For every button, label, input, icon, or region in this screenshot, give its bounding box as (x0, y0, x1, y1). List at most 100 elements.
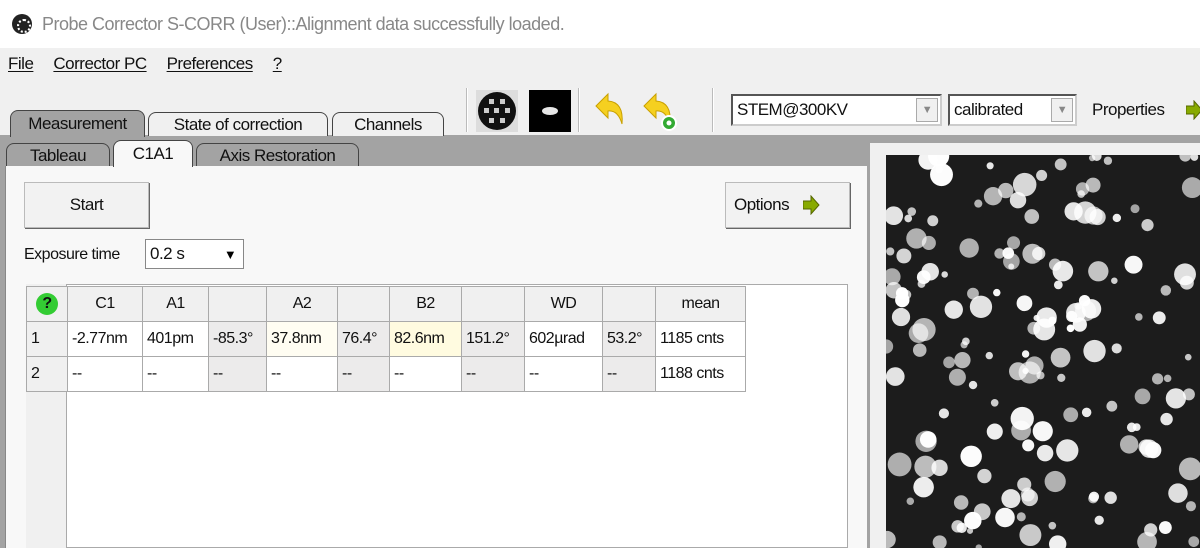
particle (1021, 350, 1030, 358)
exposure-select[interactable]: 0.2 s ▼ (145, 239, 244, 269)
particle (1111, 343, 1122, 354)
col-header: A2 (266, 286, 338, 322)
tab-label: Channels (354, 114, 422, 134)
cell-a1: 401pm (142, 321, 209, 357)
particle (975, 544, 982, 548)
particle (1190, 155, 1199, 161)
particle (1181, 177, 1200, 199)
cell-b2-angle: 151.2° (461, 321, 525, 357)
properties-label[interactable]: Properties (1092, 100, 1165, 120)
menu-help[interactable]: ? (273, 54, 282, 74)
particle (1027, 321, 1041, 335)
col-header (208, 286, 267, 322)
table-row[interactable]: 1 -2.77nm 401pm -85.3° 37.8nm 76.4° 82.6… (26, 321, 746, 357)
particle (1134, 388, 1151, 405)
menu-preferences[interactable]: Preferences (167, 54, 254, 74)
tab-c1a1[interactable]: C1A1 (113, 140, 193, 167)
cell-c1: -- (67, 356, 143, 392)
col-header (602, 286, 656, 322)
particle (1184, 353, 1192, 361)
particle (1094, 515, 1104, 525)
undo-icon[interactable] (588, 90, 630, 132)
particle (994, 248, 1005, 259)
particle (1032, 421, 1053, 442)
particle (941, 271, 948, 278)
particle (886, 206, 904, 226)
table-row[interactable]: 2 -- -- -- -- -- -- -- -- -- 1188 cnts (26, 356, 746, 392)
particle (983, 186, 1003, 206)
particle (1022, 243, 1043, 264)
particle (986, 423, 1003, 440)
particle (1139, 439, 1159, 458)
cell-wd: 602µrad (524, 321, 603, 357)
arrow-right-icon[interactable] (1186, 100, 1200, 120)
particle (1103, 156, 1113, 165)
particle (932, 535, 947, 548)
cell-b2: -- (389, 356, 462, 392)
cell-a2: 37.8nm (266, 321, 338, 357)
particle (913, 476, 934, 498)
tab-tableau[interactable]: Tableau (6, 143, 110, 167)
tab-label: State of correction (173, 114, 303, 134)
particle (1050, 347, 1071, 368)
particle (943, 356, 955, 369)
tab-measurement[interactable]: Measurement (10, 110, 145, 137)
cell-b2-angle: -- (461, 356, 525, 392)
particle (1024, 209, 1040, 224)
undo-add-icon[interactable] (638, 90, 680, 132)
chevron-down-icon[interactable]: ▼ (219, 242, 241, 266)
chevron-down-icon[interactable]: ▼ (1051, 98, 1073, 122)
particle (919, 431, 937, 448)
particle (1001, 489, 1021, 509)
particle (1057, 373, 1066, 382)
ronchigram-icon[interactable] (476, 90, 518, 132)
options-button[interactable]: Options (725, 182, 850, 228)
particle (1141, 219, 1154, 232)
particle (1104, 491, 1117, 504)
particle (935, 165, 943, 174)
cell-c1: -2.77nm (67, 321, 143, 357)
particle (887, 452, 912, 477)
particle (1083, 339, 1106, 363)
window-title: Probe Corrector S-CORR (User)::Alignment… (42, 13, 565, 34)
start-button[interactable]: Start (24, 182, 149, 228)
chevron-down-icon[interactable]: ▼ (916, 98, 938, 122)
particle (1165, 388, 1186, 409)
stem-image[interactable] (886, 155, 1200, 548)
menu-corrector-pc[interactable]: Corrector PC (53, 54, 147, 74)
particle (1054, 158, 1067, 171)
menu-file[interactable]: File (8, 54, 34, 74)
particle (985, 351, 993, 360)
image-frame (870, 143, 1200, 548)
particle (886, 530, 896, 548)
probe-image-icon[interactable] (529, 90, 571, 132)
particle (1022, 439, 1035, 452)
particle (1052, 260, 1074, 282)
particle (960, 445, 982, 468)
app-icon (12, 14, 32, 34)
particle (896, 248, 912, 264)
particle (886, 282, 903, 299)
tab-axis-restoration[interactable]: Axis Restoration (196, 143, 359, 167)
cell-a2-angle: 76.4° (337, 321, 390, 357)
help-icon[interactable]: ? (26, 286, 68, 322)
calibration-select[interactable]: calibrated ▼ (948, 94, 1077, 126)
separator (466, 88, 468, 132)
tab-channels[interactable]: Channels (332, 112, 444, 136)
particle (1111, 277, 1118, 284)
particle (1135, 313, 1143, 321)
particle (1160, 412, 1173, 426)
cell-wd-angle: -- (602, 356, 656, 392)
col-header: WD (524, 286, 603, 322)
cell-b2: 82.6nm (389, 321, 462, 357)
particle (1016, 295, 1033, 312)
particle (1158, 521, 1172, 534)
particle (959, 238, 979, 258)
cell-a1: -- (142, 356, 209, 392)
particle (1074, 201, 1097, 224)
table-header-row: ? C1 A1 A2 B2 WD mean (26, 286, 746, 322)
particle (1144, 523, 1158, 537)
tab-state-of-correction[interactable]: State of correction (148, 112, 328, 136)
mode-select[interactable]: STEM@300KV ▼ (731, 94, 942, 126)
particle (938, 408, 950, 419)
